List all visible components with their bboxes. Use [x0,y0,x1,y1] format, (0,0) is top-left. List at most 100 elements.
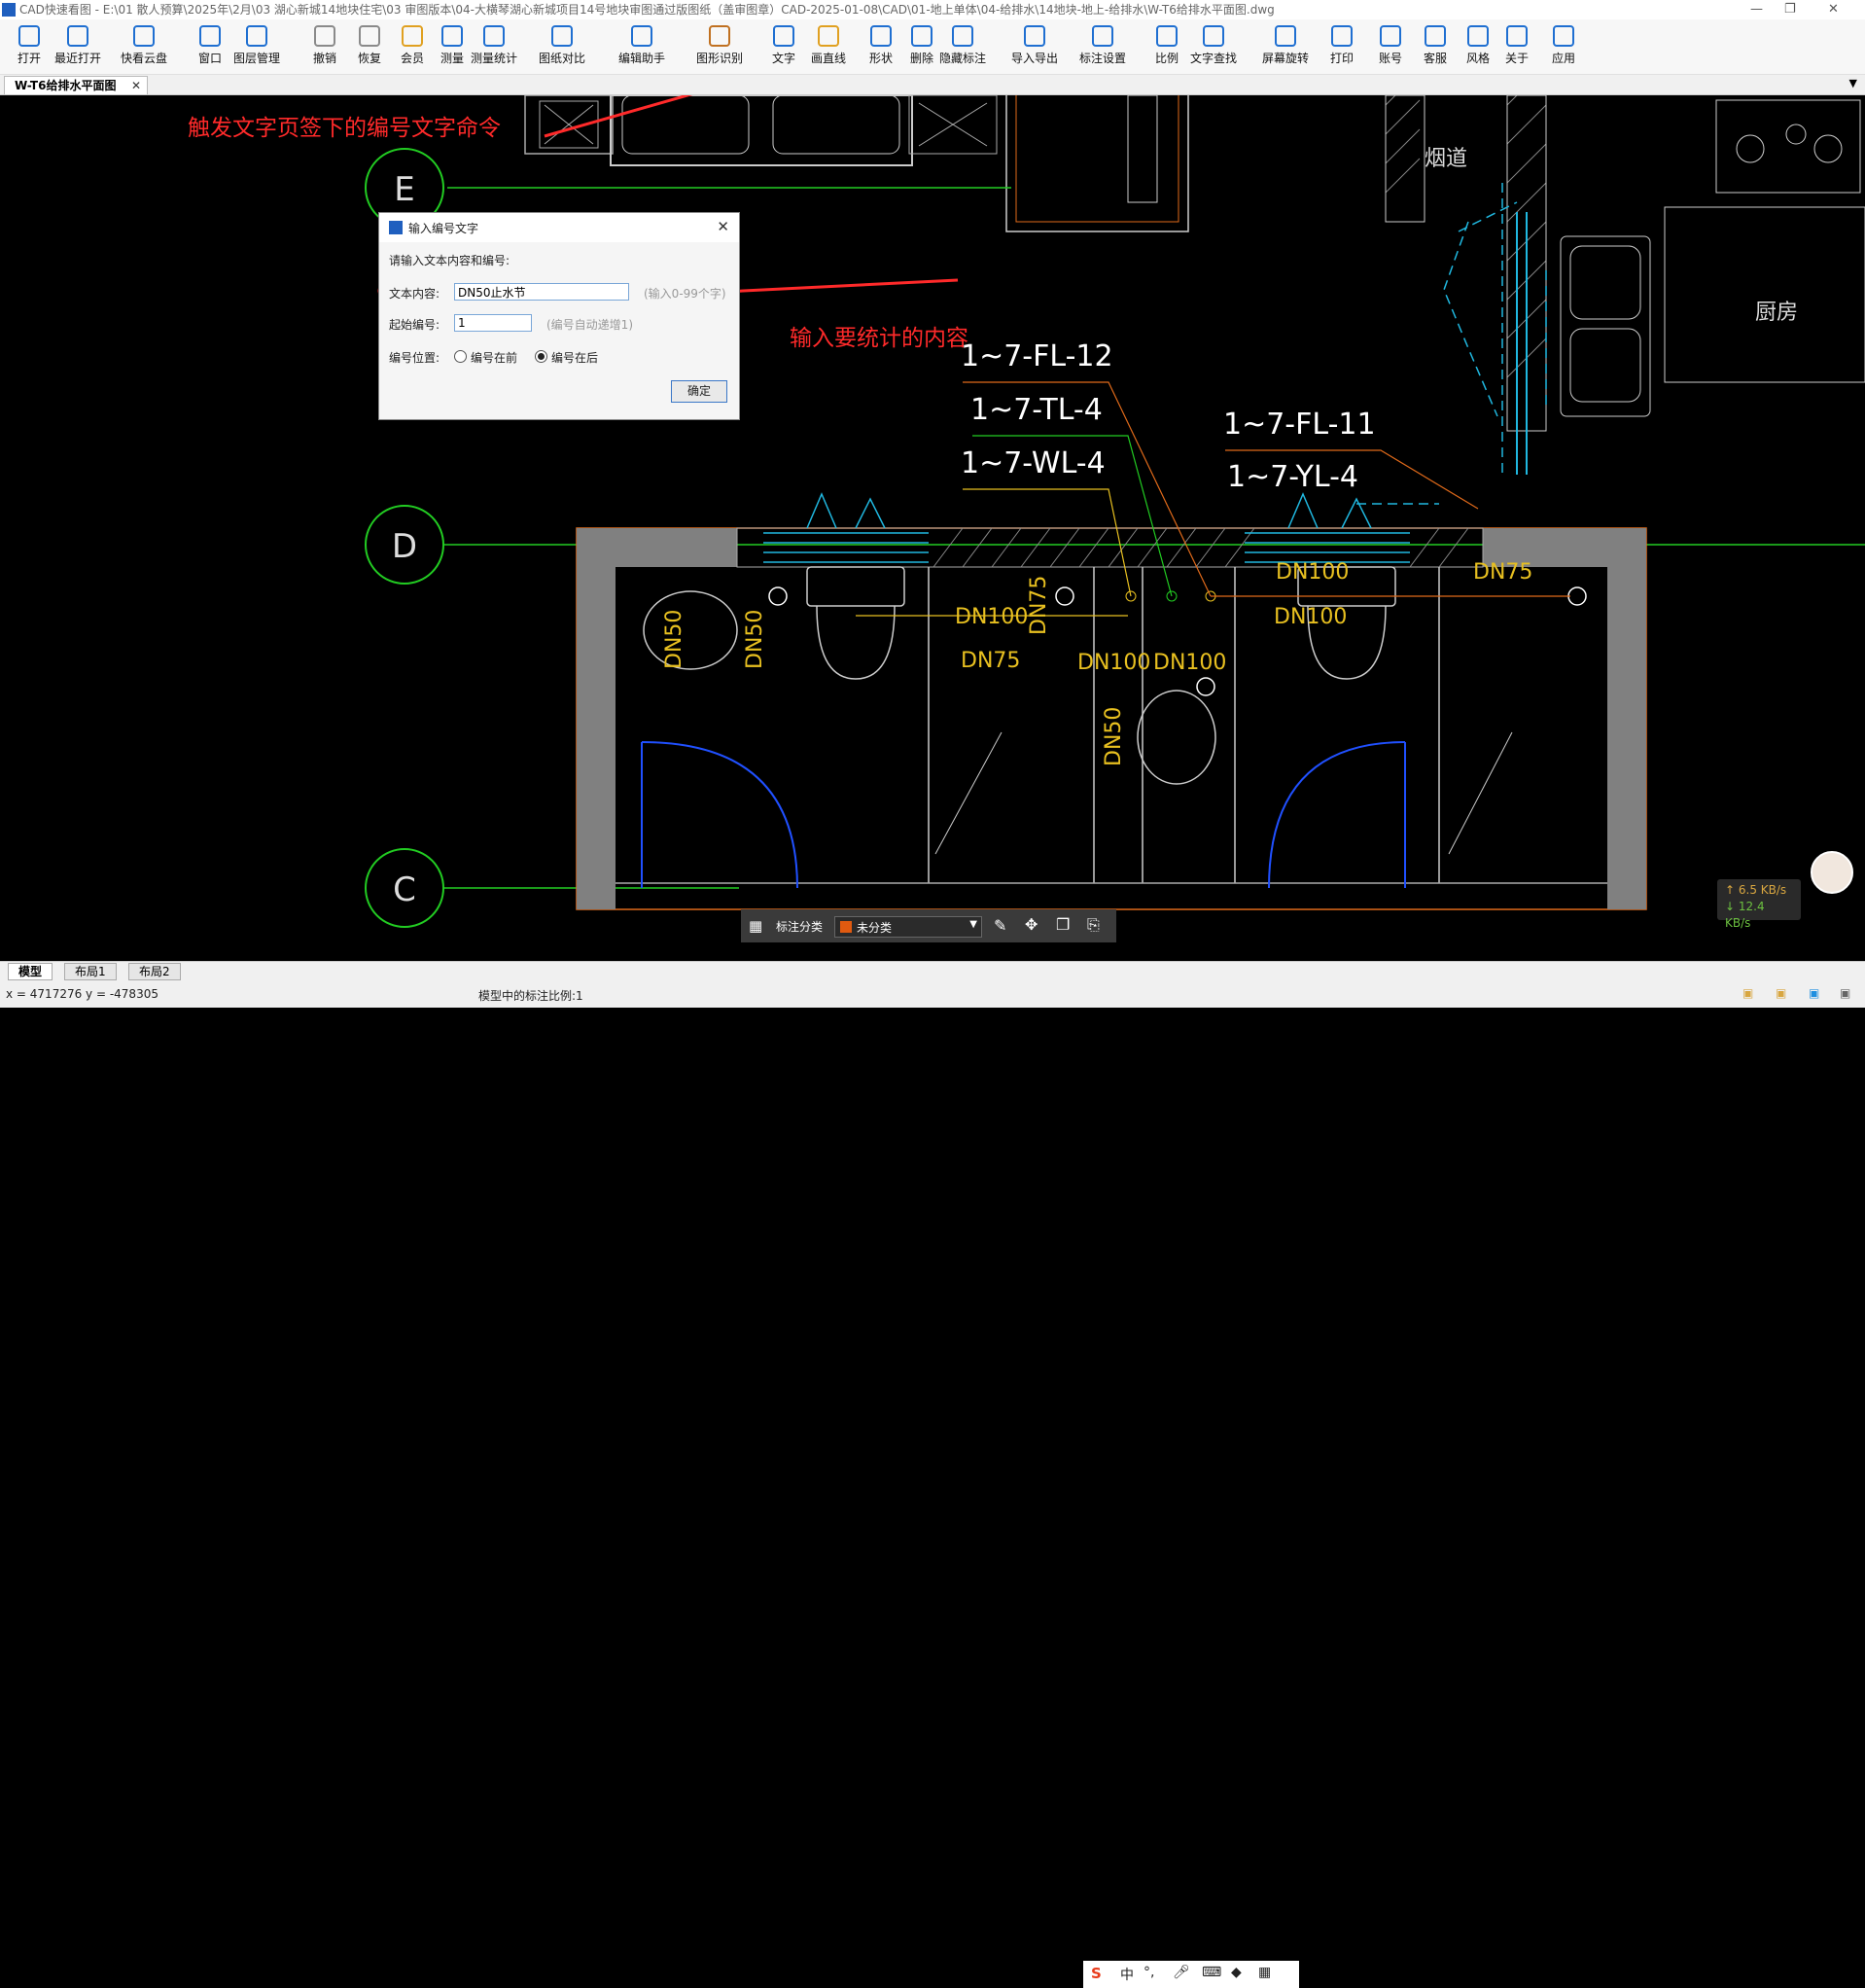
document-tab-label: W-T6给排水平面图 [15,79,117,92]
kitchen-outline [1664,206,1865,383]
toolbar-recent-button[interactable]: 最近打开 [49,23,107,72]
text-icon [773,25,794,47]
status-bar: x = 4717276 y = -478305 模型中的标注比例:1 S 中 °… [0,980,1865,1988]
document-tab-close-icon[interactable]: ✕ [131,77,141,94]
title-bar: CAD快速看图 - E:\01 散人预算\2025年\2月\03 湖心新城14地… [0,0,1865,19]
cursor-coordinates: x = 4717276 y = -478305 [6,987,158,1001]
content-input[interactable] [454,283,629,301]
toolbar-apps-button[interactable]: 应用 [1534,23,1593,72]
toolbar-hide-button[interactable]: 隐藏标注 [933,23,992,72]
network-speed-widget: ↑ 6.5 KB/s ↓ 12.4 KB/s [1717,879,1801,930]
toolbar-line-button[interactable]: 画直线 [799,23,858,72]
printer-icon [1331,25,1353,47]
door-swing [641,741,798,889]
drawing-canvas[interactable]: 烟道 厨房 E D C 1~7-FL-12 1~7-TL-4 1~7-WL-4 … [0,95,1865,961]
redo-icon [359,25,380,47]
toolbar-cloud-label: 快看云盘 [120,52,167,65]
radio-number-before[interactable] [454,350,467,363]
toolbar-compare-label: 图纸对比 [538,52,585,65]
chevron-down-icon: ▼ [969,919,977,930]
door-swing [1268,741,1406,889]
dialog-close-icon[interactable]: ✕ [717,218,729,235]
main-toolbar: 打开 最近打开 快看云盘 窗口 图层管理 撤销 恢复 会员 测量 测量统计 图纸对比 编辑助手 图形识别… [0,19,1865,75]
axis-label-c: C [393,870,416,909]
toolbar-layers-label: 图层管理 [232,52,280,65]
toolbar-recent-label: 最近打开 [53,52,101,65]
ime-apps-icon[interactable]: ▦ [1258,1965,1271,1980]
info-icon [1506,25,1528,47]
ime-language[interactable]: 中 [1120,1965,1134,1984]
measure-stats-icon [483,25,505,47]
vip-icon [402,25,423,47]
cad-drawing: 烟道 厨房 E D C 1~7-FL-12 1~7-TL-4 1~7-WL-4 … [365,95,1865,928]
start-number-input[interactable] [454,314,532,332]
tab-list-chevron-icon[interactable]: ▼ [1849,77,1857,89]
option-number-after: 编号在后 [551,351,599,365]
tab-model[interactable]: 模型 [8,963,53,980]
tray-icon[interactable]: ▣ [1776,986,1786,1000]
axis-label-d: D [392,527,417,566]
edit-icon[interactable]: ✎ [994,916,1006,935]
category-color-swatch [840,921,852,933]
toolbar-layers-button[interactable]: 图层管理 [228,23,286,72]
room-label-kitchen: 厨房 [1755,301,1798,325]
toolbar-compare-button[interactable]: 图纸对比 [533,23,591,72]
position-label: 编号位置: [389,351,440,365]
document-tab-bar: W-T6给排水平面图 ✕ ▼ [0,75,1865,95]
restore-button[interactable]: ❐ [1784,0,1796,19]
hatched-column [1127,95,1158,203]
ok-button[interactable]: 确定 [671,380,727,403]
compare-icon [551,25,573,47]
tab-layout1[interactable]: 布局1 [64,963,117,980]
content-hint: (输入0-99个字) [644,287,726,301]
toolbar-shape-recog-button[interactable]: 图形识别 [690,23,749,72]
ime-toolbar: S 中 °, 🎤︎ ⌨ ◆ ▦ [1083,1961,1299,1988]
start-number-hint: (编号自动递增1) [546,318,633,332]
tray-icon[interactable]: ▣ [1840,986,1850,1000]
toolbar-edit-assist-label: 编辑助手 [617,52,665,65]
copy-icon[interactable]: ❐ [1056,915,1070,934]
room-label-flue: 烟道 [1425,147,1467,171]
tray-icon[interactable]: ▣ [1809,986,1819,1000]
sink-basin [1569,328,1641,403]
dn-label: DN50 [662,610,686,669]
assistant-avatar[interactable] [1811,851,1853,894]
ime-logo[interactable]: S [1091,1965,1102,1982]
folder-open-icon [18,25,40,47]
microphone-icon[interactable]: 🎤︎ [1173,1965,1190,1980]
toolbar-anno-settings-label: 标注设置 [1078,52,1126,65]
paste-icon[interactable]: ⎘ [1087,915,1100,935]
download-speed: ↓ 12.4 KB/s [1725,900,1765,930]
dialog-prompt: 请输入文本内容和编号: [389,254,510,267]
category-label: 标注分类 [776,920,824,934]
skin-icon[interactable]: ◆ [1231,1965,1242,1980]
move-icon[interactable]: ✥ [1025,915,1038,934]
tab-layout2[interactable]: 布局2 [128,963,181,980]
clock-icon [67,25,88,47]
pipe-label: 1~7-TL-4 [970,393,1103,427]
document-tab[interactable]: W-T6给排水平面图 ✕ [4,76,148,94]
close-button[interactable]: ✕ [1828,0,1839,19]
sink-outline [1560,235,1651,417]
radio-number-after[interactable] [535,350,547,363]
toolbar-edit-assist-button[interactable]: 编辑助手 [613,23,671,72]
toolbar-import-export-button[interactable]: 导入导出 [1005,23,1064,72]
grid-apps-icon[interactable]: ▦ [749,917,762,935]
toolbar-cloud-button[interactable]: 快看云盘 [115,23,173,72]
toolbar-text-search-button[interactable]: 文字查找 [1184,23,1243,72]
annotation-text-input: 输入要统计的内容 [790,326,968,351]
category-select[interactable]: 未分类 ▼ [834,916,982,938]
annotation-settings-icon [1092,25,1113,47]
toolbar-measure-stats-button[interactable]: 测量统计 [465,23,523,72]
toolbar-rotate-label: 屏幕旋转 [1261,52,1309,65]
tray-icon[interactable]: ▣ [1742,986,1753,1000]
dn-label: DN50 [1102,707,1126,766]
toolbar-import-export-label: 导入导出 [1010,52,1058,65]
toolbar-rotate-button[interactable]: 屏幕旋转 [1256,23,1315,72]
ime-punctuation[interactable]: °, [1144,1965,1154,1980]
keyboard-icon[interactable]: ⌨ [1202,1965,1221,1980]
glass-partition [1448,731,1513,855]
minimize-button[interactable]: — [1750,0,1763,19]
toolbar-anno-settings-button[interactable]: 标注设置 [1073,23,1132,72]
bed-pillow [772,95,900,155]
